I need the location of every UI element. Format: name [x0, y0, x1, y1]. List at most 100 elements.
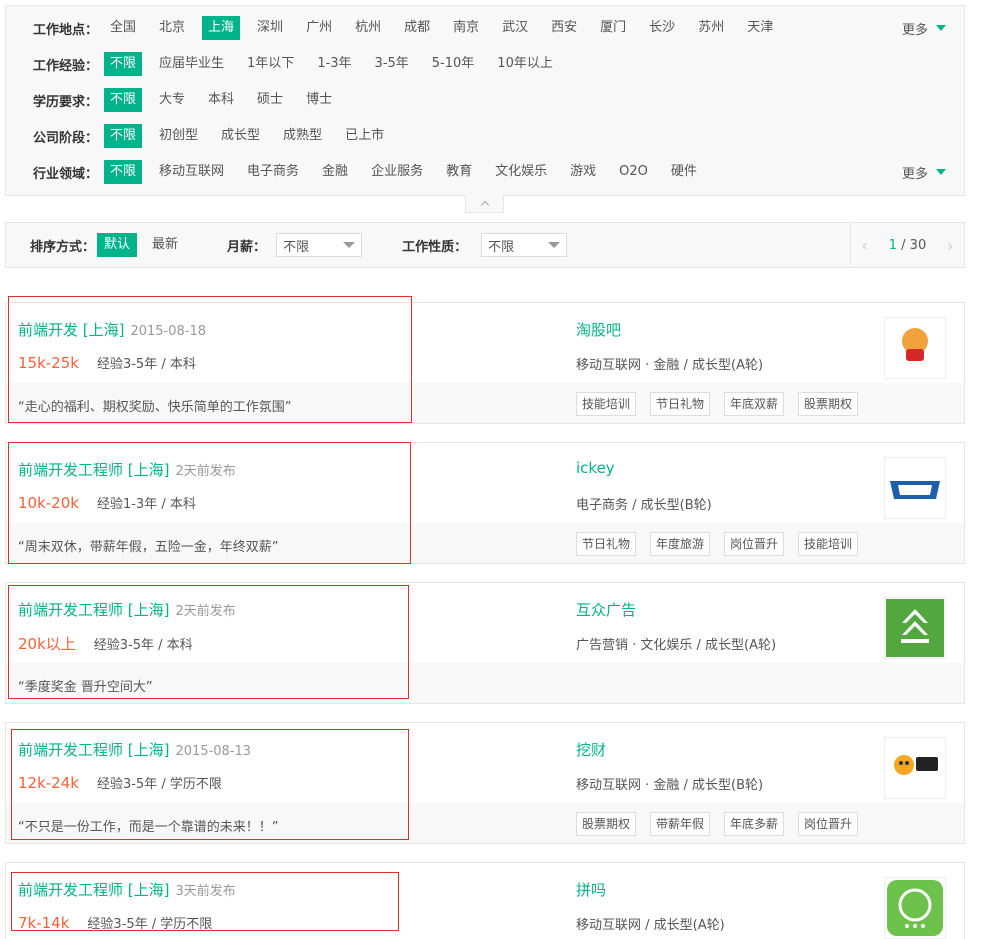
salary-select[interactable]: 不限 [276, 233, 363, 257]
filter-option-experience[interactable]: 5-10年 [426, 52, 481, 76]
job-card[interactable]: 前端开发 [上海] 2015-08-18 15k-25k 经验3-5年 / 本科 “走心… [5, 302, 965, 424]
filter-option-location[interactable]: 广州 [300, 16, 338, 40]
more-button-industry[interactable]: 更多 [902, 160, 946, 184]
job-card[interactable]: 前端开发工程师 [上海] 2天前发布 10k-20k 经验1-3年 / 本科 “周末双休… [5, 442, 965, 564]
more-button-location[interactable]: 更多 [902, 16, 946, 40]
filter-option-location[interactable]: 天津 [741, 16, 779, 40]
filter-option-location[interactable]: 成都 [398, 16, 436, 40]
total-pages: 30 [909, 237, 927, 253]
more-label: 更多 [901, 22, 928, 38]
filter-option-stage[interactable]: 不限 [104, 124, 143, 148]
filter-label-industry: 行业领域： [32, 166, 98, 182]
company-industry: 电子商务 / 成长型(B轮) [576, 498, 712, 513]
filter-option-location[interactable]: 厦门 [594, 16, 632, 40]
sort-option-latest[interactable]: 最新 [145, 233, 185, 257]
pager: ‹ 1 / 30 › [850, 223, 964, 267]
filter-option-stage[interactable]: 已上市 [339, 124, 390, 148]
job-requirements: 经验3-5年 / 学历不限 [96, 777, 222, 792]
filter-option-experience[interactable]: 应届毕业生 [153, 52, 230, 76]
filter-option-industry[interactable]: 移动互联网 [153, 160, 230, 184]
filter-option-location[interactable]: 深圳 [251, 16, 289, 40]
company-name-link[interactable]: 淘股吧 [576, 319, 621, 340]
job-title-link[interactable]: 前端开发工程师 [上海] [18, 461, 169, 479]
caret-down-icon [548, 242, 561, 248]
filter-option-location[interactable]: 南京 [447, 16, 485, 40]
filter-option-experience[interactable]: 3-5年 [369, 52, 415, 76]
job-title-line: 前端开发工程师 [上海] 3天前发布 [18, 879, 236, 900]
filter-option-location[interactable]: 苏州 [692, 16, 730, 40]
filter-option-industry[interactable]: 金融 [316, 160, 354, 184]
filter-option-location[interactable]: 全国 [104, 16, 142, 40]
company-logo[interactable] [884, 317, 946, 379]
job-date: 3天前发布 [175, 884, 236, 899]
filter-option-location[interactable]: 上海 [202, 16, 241, 40]
filter-option-education[interactable]: 大专 [153, 88, 191, 112]
sort-option-default[interactable]: 默认 [97, 233, 138, 257]
company-logo[interactable] [884, 457, 946, 519]
salary-line: 10k-20k 经验1-3年 / 本科 [18, 493, 196, 512]
company-logo[interactable] [884, 597, 946, 659]
filter-option-industry[interactable]: 企业服务 [365, 160, 429, 184]
filter-option-industry[interactable]: O2O [613, 160, 654, 184]
filter-option-stage[interactable]: 初创型 [153, 124, 204, 148]
filter-option-industry[interactable]: 电子商务 [241, 160, 305, 184]
filter-option-stage[interactable]: 成长型 [215, 124, 266, 148]
job-requirements: 经验3-5年 / 本科 [96, 357, 196, 372]
filter-option-experience[interactable]: 1年以下 [241, 52, 300, 76]
filter-option-industry[interactable]: 硬件 [665, 160, 703, 184]
job-title-link[interactable]: 前端开发工程师 [上海] [18, 601, 169, 619]
company-logo-image [887, 880, 943, 936]
job-card[interactable]: 前端开发工程师 [上海] 2015-08-13 12k-24k 经验3-5年 / 学历… [5, 722, 965, 844]
job-title-link[interactable]: 前端开发 [上海] [18, 321, 124, 339]
job-card[interactable]: 前端开发工程师 [上海] 3天前发布 7k-14k 经验3-5年 / 学历不限 拼吗 移动… [5, 862, 965, 939]
company-tag: 技能培训 [798, 532, 859, 556]
filter-option-experience[interactable]: 1-3年 [311, 52, 357, 76]
job-requirements: 经验1-3年 / 本科 [96, 497, 196, 512]
company-tag: 股票期权 [798, 392, 859, 416]
job-card[interactable]: 前端开发工程师 [上海] 2天前发布 20k以上 经验3-5年 / 本科 “季度奖金 晋… [5, 582, 965, 704]
company-name-link[interactable]: ickey [576, 459, 615, 477]
triangle-down-icon [936, 25, 946, 31]
filter-row-location: 工作地点： 全国 北京 上海 深圳 广州 杭州 成都 南京 武汉 西安 厦门 长沙 苏州 天津 更多 [6, 16, 964, 40]
company-logo[interactable] [884, 877, 946, 939]
filter-option-industry[interactable]: 不限 [104, 160, 143, 184]
salary-select-value: 不限 [283, 239, 310, 255]
company-name-link[interactable]: 挖财 [576, 739, 606, 760]
company-industry: 广告营销 · 文化娱乐 / 成长型(A轮) [576, 638, 777, 653]
job-salary: 7k-14k [18, 914, 70, 932]
job-advantage: “季度奖金 晋升空间大” [18, 680, 153, 695]
filter-option-education[interactable]: 博士 [300, 88, 338, 112]
filter-option-experience[interactable]: 10年以上 [491, 52, 559, 76]
filter-option-education[interactable]: 硕士 [251, 88, 289, 112]
filter-option-stage[interactable]: 成熟型 [277, 124, 328, 148]
filter-option-location[interactable]: 西安 [545, 16, 583, 40]
filter-option-industry[interactable]: 游戏 [564, 160, 602, 184]
filter-option-industry[interactable]: 文化娱乐 [489, 160, 553, 184]
collapse-filters-button[interactable] [465, 195, 504, 213]
filter-option-location[interactable]: 长沙 [643, 16, 681, 40]
filter-option-industry[interactable]: 教育 [440, 160, 478, 184]
filter-option-location[interactable]: 杭州 [349, 16, 387, 40]
job-title-link[interactable]: 前端开发工程师 [上海] [18, 881, 169, 899]
job-title-link[interactable]: 前端开发工程师 [上海] [18, 741, 169, 759]
job-advantage: “周末双休，带薪年假，五险一金，年终双薪” [18, 540, 279, 555]
filter-option-education[interactable]: 本科 [202, 88, 240, 112]
filter-option-location[interactable]: 武汉 [496, 16, 534, 40]
job-title-line: 前端开发工程师 [上海] 2015-08-13 [18, 739, 251, 760]
job-requirements: 经验3-5年 / 学历不限 [87, 917, 213, 932]
salary-line: 7k-14k 经验3-5年 / 学历不限 [18, 913, 212, 932]
job-title-line: 前端开发 [上海] 2015-08-18 [18, 319, 206, 340]
filter-option-experience[interactable]: 不限 [104, 52, 143, 76]
filter-option-education[interactable]: 不限 [104, 88, 143, 112]
next-page-icon[interactable]: › [947, 236, 953, 255]
prev-page-icon[interactable]: ‹ [861, 236, 867, 255]
company-name-link[interactable]: 互众广告 [576, 599, 636, 620]
filter-option-location[interactable]: 北京 [153, 16, 191, 40]
company-logo[interactable] [884, 737, 946, 799]
job-salary: 15k-25k [18, 354, 79, 372]
job-type-select[interactable]: 不限 [481, 233, 568, 257]
job-salary: 10k-20k [18, 494, 79, 512]
company-tag: 年底多薪 [724, 812, 785, 836]
salary-filter-label: 月薪： [227, 239, 267, 255]
company-name-link[interactable]: 拼吗 [576, 879, 606, 900]
